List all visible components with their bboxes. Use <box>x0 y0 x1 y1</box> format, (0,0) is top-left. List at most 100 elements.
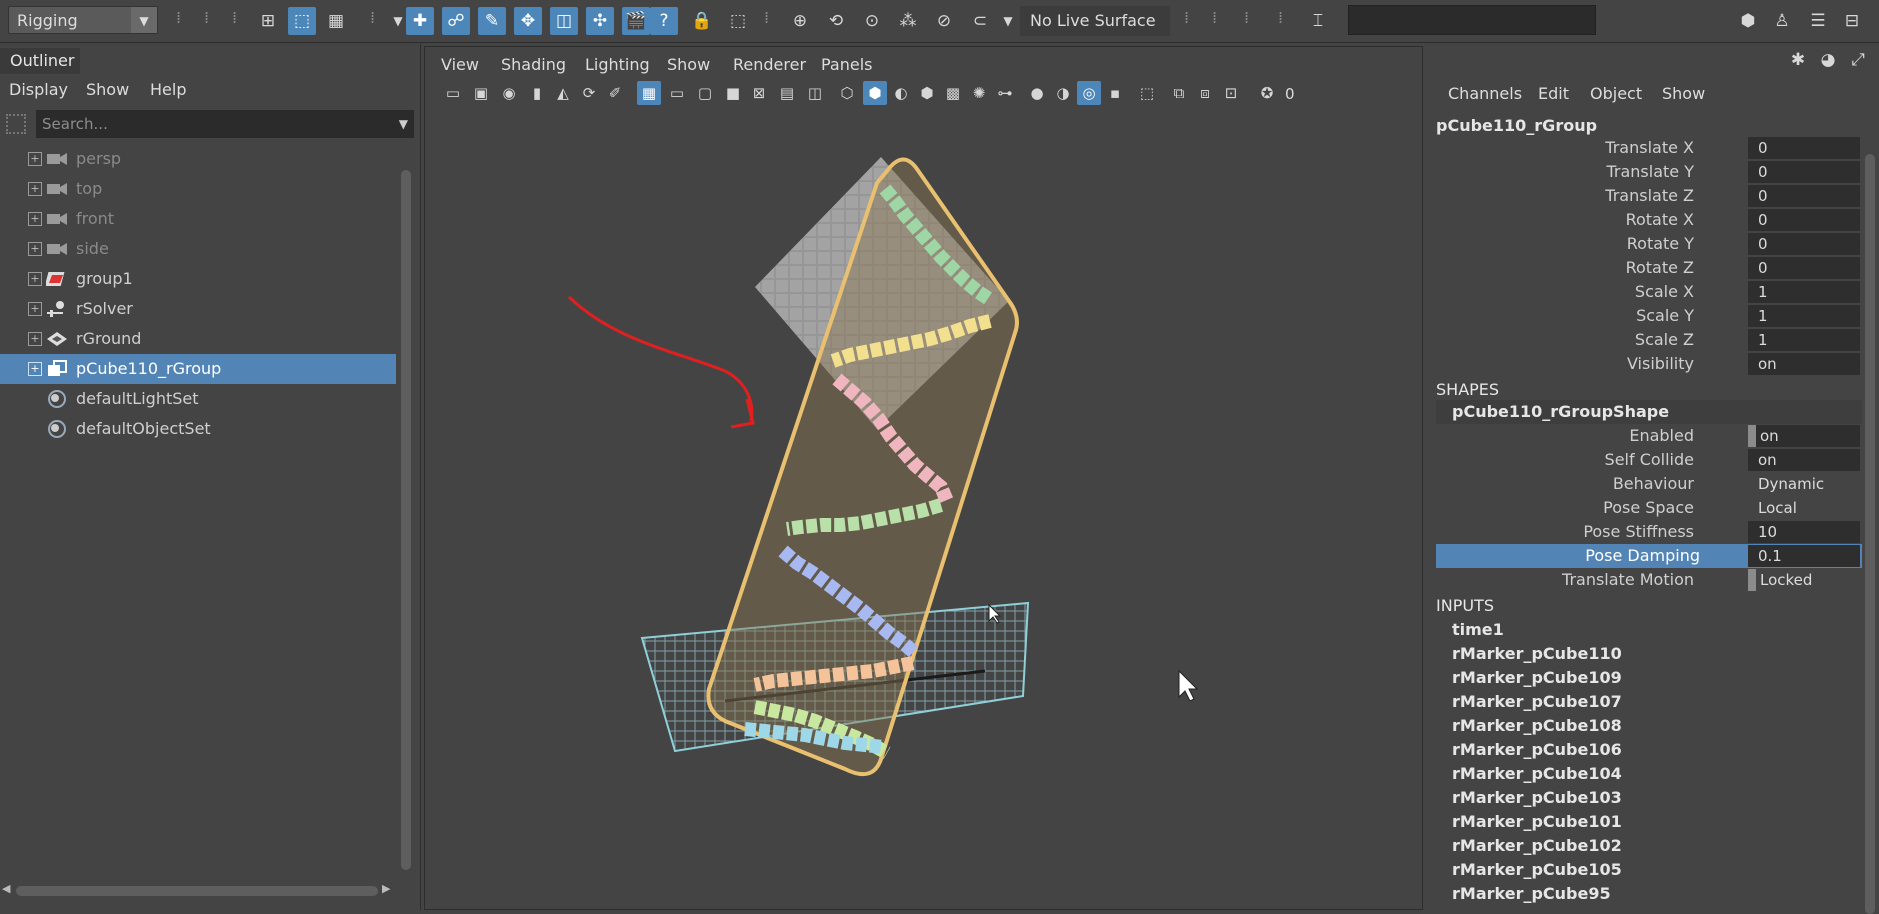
attr-value[interactable]: Dynamic <box>1748 473 1860 495</box>
snap-object-icon[interactable]: ⬚ <box>724 7 752 35</box>
image-plane-icon[interactable]: ◭ <box>551 81 575 105</box>
outliner-search-input[interactable]: Search... ▼ <box>36 110 414 138</box>
attr-rotate-y[interactable]: Rotate Y 0 <box>1430 232 1862 256</box>
attr-value[interactable]: 0 <box>1748 185 1860 207</box>
input-node[interactable]: rMarker_pCube95 <box>1452 884 1611 903</box>
snap-view-plane-icon[interactable]: ⁂ <box>894 7 922 35</box>
toolbar-input-field[interactable] <box>1348 5 1596 35</box>
channel-box-scrollbar[interactable] <box>1862 114 1878 914</box>
edit-menu[interactable]: Edit <box>1538 84 1569 103</box>
attr-scale-x[interactable]: Scale X 1 <box>1430 280 1862 304</box>
select-by-hierarchy-icon[interactable]: ⊞ <box>254 7 282 35</box>
viewport-menu-view[interactable]: View <box>441 55 479 74</box>
outliner-item-persp[interactable]: + persp <box>0 144 396 174</box>
viewport-menu-renderer[interactable]: Renderer <box>733 55 806 74</box>
input-node[interactable]: rMarker_pCube105 <box>1452 860 1622 879</box>
text-input-icon[interactable]: ⌶ <box>1304 7 1332 35</box>
modeling-toolkit-icon[interactable]: ⬢ <box>1734 7 1762 35</box>
scroll-left-icon[interactable]: ◀ <box>2 882 10 895</box>
bookmark-icon[interactable]: ▮ <box>525 81 549 105</box>
outliner-item-defaultlightset[interactable]: defaultLightSet <box>0 384 396 414</box>
wireframe-icon[interactable]: ⬡ <box>835 81 859 105</box>
motion-blur-icon[interactable]: ◑ <box>1051 81 1075 105</box>
attr-rotate-z[interactable]: Rotate Z 0 <box>1430 256 1862 280</box>
channel-box-node-name[interactable]: pCube110_rGroup <box>1436 116 1597 135</box>
outliner-horizontal-scrollbar[interactable]: ◀ ▶ <box>0 882 398 900</box>
viewport-menu-panels[interactable]: Panels <box>821 55 873 74</box>
select-tool-icon[interactable]: ✚ <box>406 7 434 35</box>
safe-action-icon[interactable]: ▤ <box>775 81 799 105</box>
attr-value[interactable]: 0 <box>1748 161 1860 183</box>
attr-self-collide[interactable]: Self Collide on <box>1430 448 1862 472</box>
scale-icon[interactable]: ✣ <box>586 7 614 35</box>
attr-scale-z[interactable]: Scale Z 1 <box>1430 328 1862 352</box>
help-icon[interactable]: ? <box>650 7 678 35</box>
scrollbar-thumb[interactable] <box>1865 154 1875 914</box>
attr-value[interactable]: 0.1 <box>1748 545 1860 567</box>
outliner-item-rsolver[interactable]: + rSolver <box>0 294 396 324</box>
layer-editor-icon[interactable]: ◕ <box>1814 46 1842 74</box>
grease-pencil-icon[interactable]: ✐ <box>603 81 627 105</box>
camera-attributes-icon[interactable]: ▣ <box>469 81 493 105</box>
attribute-editor-icon[interactable]: ☰ <box>1804 7 1832 35</box>
textured-icon[interactable]: ▩ <box>941 81 965 105</box>
outliner-item-side[interactable]: + side <box>0 234 396 264</box>
lock-icon[interactable]: 🔒 <box>688 7 716 35</box>
expand-icon[interactable]: + <box>28 362 42 376</box>
outliner-menu-show[interactable]: Show <box>86 80 129 99</box>
attr-value[interactable]: on <box>1748 353 1860 375</box>
expand-icon[interactable]: + <box>28 212 42 226</box>
viewport-menu-lighting[interactable]: Lighting <box>585 55 650 74</box>
attr-scale-y[interactable]: Scale Y 1 <box>1430 304 1862 328</box>
attr-enabled[interactable]: Enabled on <box>1430 424 1862 448</box>
grid-toggle-icon[interactable]: ▦ <box>637 81 661 105</box>
snap-curve-icon[interactable]: ⟲ <box>822 7 850 35</box>
attr-value[interactable]: 10 <box>1748 521 1860 543</box>
gate-mask-icon[interactable]: ■ <box>721 81 745 105</box>
expand-icon[interactable]: + <box>28 242 42 256</box>
paint-select-icon[interactable]: ✎ <box>478 7 506 35</box>
channels-menu[interactable]: Channels <box>1448 84 1522 103</box>
xray-icon[interactable]: ⧉ <box>1167 81 1191 105</box>
xray-components-icon[interactable]: ⊡ <box>1219 81 1243 105</box>
move-icon[interactable]: ✥ <box>514 7 542 35</box>
attr-rotate-x[interactable]: Rotate X 0 <box>1430 208 1862 232</box>
camera-lock-icon[interactable]: ◉ <box>497 81 521 105</box>
select-by-object-icon[interactable]: ⬚ <box>288 7 316 35</box>
attr-value[interactable]: 0 <box>1748 209 1860 231</box>
attr-value[interactable]: Locked <box>1748 569 1860 591</box>
shape-node-row[interactable]: pCube110_rGroupShape <box>1436 400 1862 424</box>
shape-node-name[interactable]: pCube110_rGroupShape <box>1452 402 1669 421</box>
outliner-item-group1[interactable]: + group1 <box>0 264 396 294</box>
select-by-component-icon[interactable]: ▦ <box>322 7 350 35</box>
snap-live-icon[interactable]: ⊘ <box>930 7 958 35</box>
input-node[interactable]: rMarker_pCube107 <box>1452 692 1622 711</box>
viewport-menu-shading[interactable]: Shading <box>501 55 566 74</box>
xray-joints-icon[interactable]: ⧈ <box>1193 81 1217 105</box>
chevron-down-icon[interactable]: ▼ <box>131 7 157 33</box>
scrollbar-thumb[interactable] <box>16 886 378 896</box>
film-gate-icon[interactable]: ▭ <box>665 81 689 105</box>
input-node[interactable]: rMarker_pCube101 <box>1452 812 1622 831</box>
exposure-value[interactable]: 0 <box>1285 85 1295 103</box>
input-node[interactable]: rMarker_pCube109 <box>1452 668 1622 687</box>
attr-behaviour[interactable]: Behaviour Dynamic <box>1430 472 1862 496</box>
expand-icon[interactable]: + <box>28 272 42 286</box>
expand-icon[interactable]: + <box>28 152 42 166</box>
camera-select-icon[interactable]: ▭ <box>441 81 465 105</box>
snap-grid-icon[interactable]: ⊕ <box>786 7 814 35</box>
depth-of-field-icon[interactable]: ▪ <box>1103 81 1127 105</box>
outliner-item-top[interactable]: + top <box>0 174 396 204</box>
attr-pose-stiffness[interactable]: Pose Stiffness 10 <box>1430 520 1862 544</box>
attr-value[interactable]: 0 <box>1748 137 1860 159</box>
attr-value[interactable]: on <box>1748 449 1860 471</box>
attr-value[interactable]: 0 <box>1748 257 1860 279</box>
outliner-tab[interactable]: Outliner <box>0 48 80 74</box>
input-node[interactable]: rMarker_pCube103 <box>1452 788 1622 807</box>
shadows-icon[interactable]: ⊶ <box>993 81 1017 105</box>
attr-visibility[interactable]: Visibility on <box>1430 352 1862 376</box>
human-ik-icon[interactable]: ♙ <box>1768 7 1796 35</box>
outliner-menu-display[interactable]: Display <box>9 80 68 99</box>
magnet-icon[interactable]: ⊂ <box>966 7 994 35</box>
rotate-icon[interactable]: ◫ <box>550 7 578 35</box>
